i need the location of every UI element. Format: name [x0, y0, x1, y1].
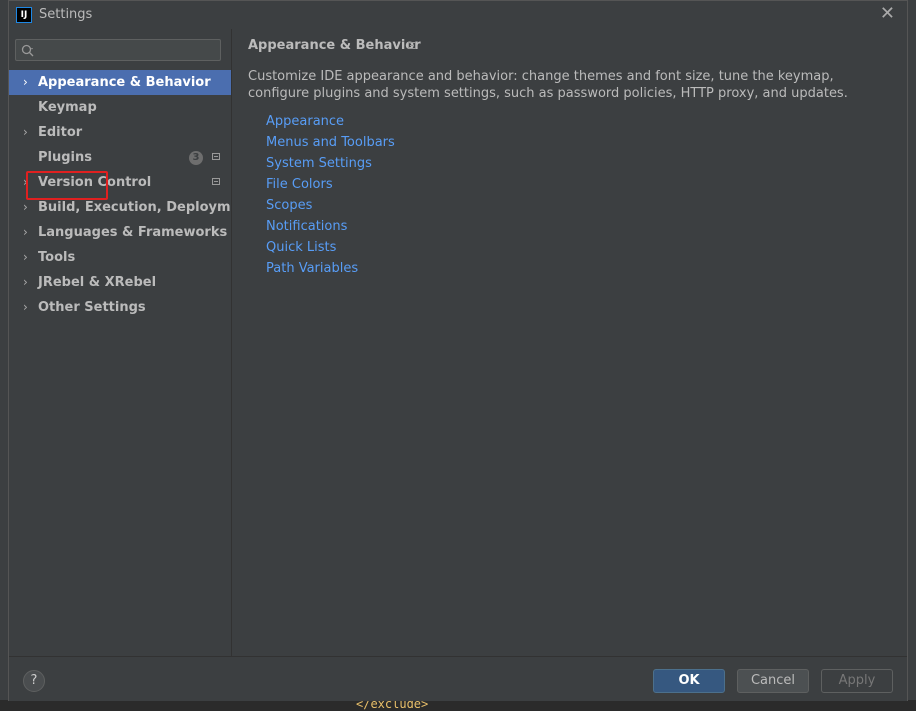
sidebar-item-editor[interactable]: › Editor	[9, 120, 231, 145]
sidebar-item-tools[interactable]: › Tools	[9, 245, 231, 270]
link-menus-toolbars[interactable]: Menus and Toolbars	[266, 134, 395, 155]
page-title: Appearance & Behavior	[248, 38, 421, 53]
close-button[interactable]: ✕	[880, 5, 895, 23]
settings-sidebar: › Appearance & Behavior Keymap › Editor …	[9, 29, 255, 656]
plugin-updates-badge: 3	[189, 151, 203, 165]
chevron-right-icon[interactable]: ›	[23, 220, 33, 245]
sidebar-item-plugins[interactable]: Plugins 3	[9, 145, 231, 170]
chevron-right-icon[interactable]: ›	[23, 295, 33, 320]
project-settings-icon	[408, 42, 416, 49]
sidebar-item-label: JRebel & XRebel	[38, 275, 157, 290]
sidebar-item-label: Tools	[38, 250, 76, 265]
search-field[interactable]	[15, 39, 221, 61]
title-bar: IJ Settings ✕	[9, 1, 907, 29]
ok-button[interactable]: OK	[653, 669, 725, 693]
sidebar-item-label: Appearance & Behavior	[38, 75, 211, 90]
background-ide-bottom: </exclude>	[0, 697, 916, 711]
settings-content-panel: Appearance & Behavior Customize IDE appe…	[231, 29, 907, 656]
sidebar-item-keymap[interactable]: Keymap	[9, 95, 231, 120]
apply-button[interactable]: Apply	[821, 669, 893, 693]
dialog-footer: ? OK Cancel Apply	[9, 656, 907, 701]
link-path-variables[interactable]: Path Variables	[266, 260, 395, 281]
chevron-right-icon[interactable]: ›	[23, 245, 33, 270]
search-input[interactable]	[40, 41, 220, 61]
sidebar-item-jrebel-xrebel[interactable]: › JRebel & XRebel	[9, 270, 231, 295]
link-quick-lists[interactable]: Quick Lists	[266, 239, 395, 260]
help-button[interactable]: ?	[23, 670, 45, 692]
sidebar-item-other-settings[interactable]: › Other Settings	[9, 295, 231, 320]
sidebar-item-appearance-behavior[interactable]: › Appearance & Behavior	[9, 70, 231, 95]
plugins-highlight-box	[26, 171, 108, 200]
project-settings-icon	[212, 178, 220, 185]
chevron-right-icon[interactable]: ›	[23, 120, 33, 145]
sidebar-item-label: Keymap	[38, 100, 97, 115]
link-appearance[interactable]: Appearance	[266, 113, 395, 134]
sidebar-item-label: Other Settings	[38, 300, 146, 315]
window-title: Settings	[39, 7, 93, 22]
background-ide-right	[908, 0, 916, 711]
background-ide-left	[0, 0, 8, 711]
link-file-colors[interactable]: File Colors	[266, 176, 395, 197]
cancel-button[interactable]: Cancel	[737, 669, 809, 693]
page-description: Customize IDE appearance and behavior: c…	[248, 69, 848, 101]
link-notifications[interactable]: Notifications	[266, 218, 395, 239]
link-system-settings[interactable]: System Settings	[266, 155, 395, 176]
settings-dialog: IJ Settings ✕ › Appearance & Behavior Ke…	[8, 0, 908, 701]
chevron-right-icon[interactable]: ›	[23, 70, 33, 95]
sidebar-item-languages-frameworks[interactable]: › Languages & Frameworks	[9, 220, 231, 245]
link-scopes[interactable]: Scopes	[266, 197, 395, 218]
sidebar-item-label: Languages & Frameworks	[38, 225, 228, 240]
chevron-right-icon[interactable]: ›	[23, 270, 33, 295]
sidebar-item-label: Editor	[38, 125, 83, 140]
search-icon	[21, 44, 34, 57]
sidebar-item-label: Plugins	[38, 150, 92, 165]
intellij-app-icon: IJ	[16, 7, 32, 23]
subpage-links: Appearance Menus and Toolbars System Set…	[266, 113, 395, 281]
project-settings-icon	[212, 153, 220, 160]
